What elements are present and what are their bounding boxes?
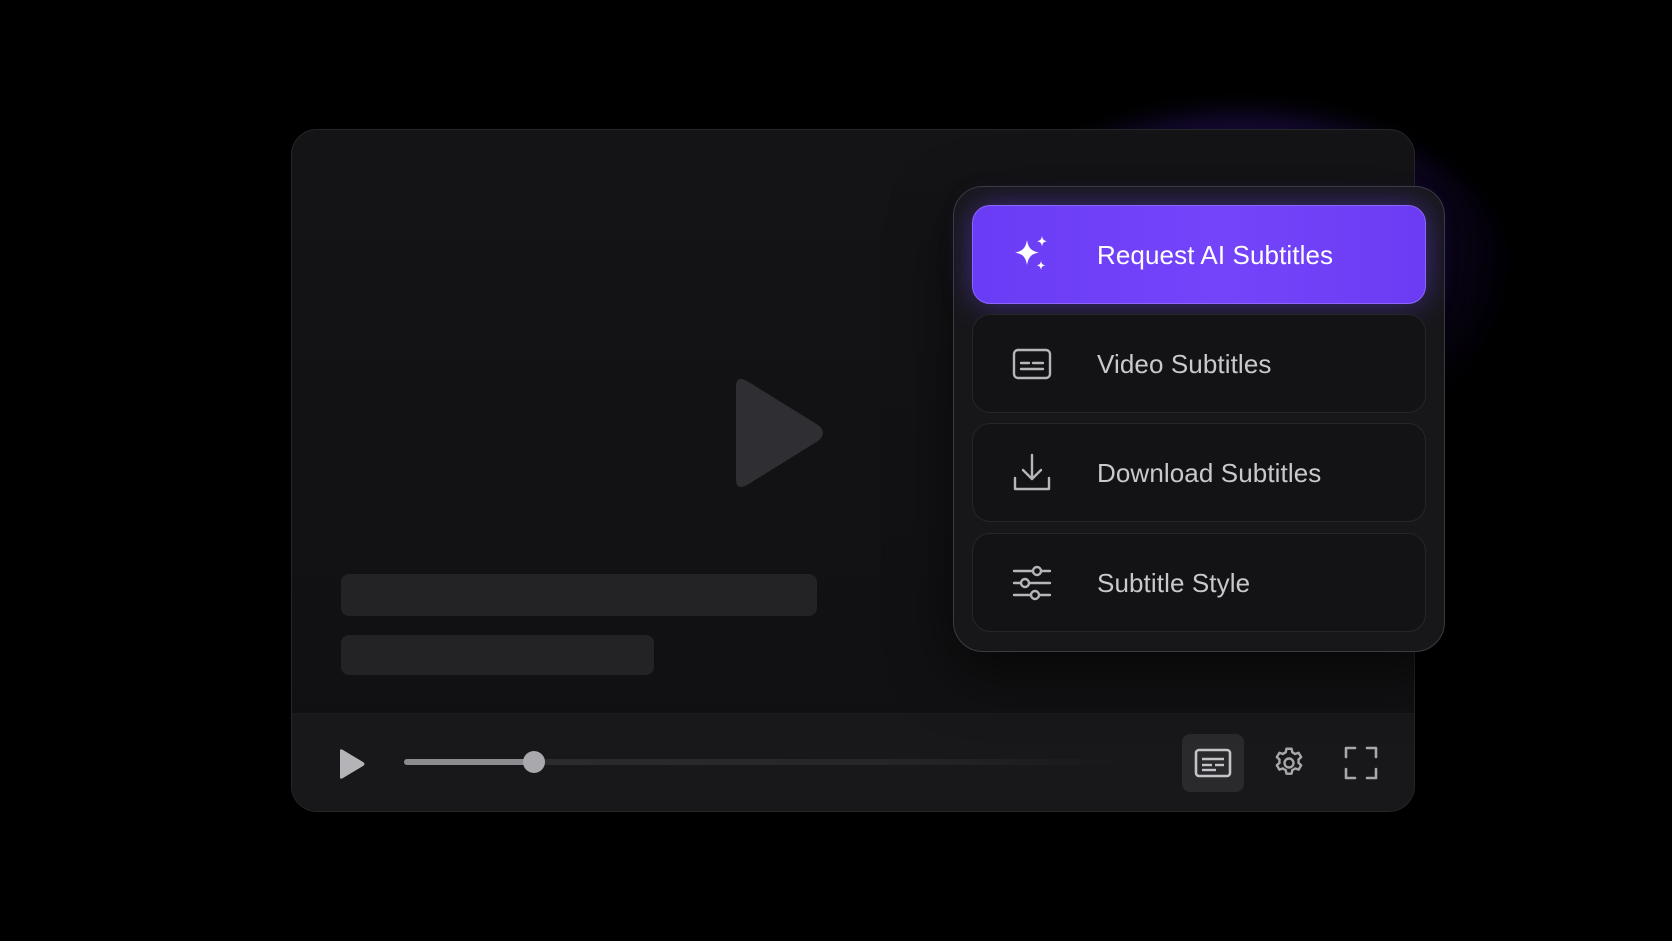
settings-button[interactable] — [1258, 734, 1320, 792]
menu-item-label: Video Subtitles — [1097, 349, 1272, 379]
sparkles-icon — [1015, 236, 1047, 270]
menu-item-subtitle-style[interactable]: Subtitle Style — [972, 533, 1426, 632]
fullscreen-icon — [1344, 746, 1378, 780]
gear-icon — [1275, 747, 1303, 775]
sliders-icon — [1012, 565, 1052, 601]
closed-captions-icon — [1194, 748, 1232, 778]
big-play-icon[interactable] — [722, 371, 832, 495]
subtitles-menu: Request AI Subtitles Video Subtitles Dow… — [953, 186, 1445, 652]
play-icon[interactable] — [332, 746, 368, 782]
menu-item-request-ai-subtitles[interactable]: Request AI Subtitles — [972, 205, 1426, 304]
caption-placeholder-line — [341, 635, 654, 675]
menu-item-label: Download Subtitles — [1097, 458, 1322, 488]
fullscreen-button[interactable] — [1330, 734, 1392, 792]
menu-item-label: Request AI Subtitles — [1097, 240, 1334, 270]
menu-item-video-subtitles[interactable]: Video Subtitles — [972, 314, 1426, 413]
progress-fill — [404, 759, 534, 765]
menu-item-label: Subtitle Style — [1097, 568, 1251, 598]
control-bar — [292, 713, 1414, 811]
menu-item-download-subtitles[interactable]: Download Subtitles — [972, 423, 1426, 522]
caption-placeholder-line — [341, 574, 817, 616]
progress-bar[interactable] — [404, 751, 1124, 773]
subtitles-button[interactable] — [1182, 734, 1244, 792]
progress-thumb[interactable] — [522, 751, 545, 773]
download-icon — [1013, 453, 1051, 491]
stage: Request AI Subtitles Video Subtitles Dow… — [0, 0, 1672, 941]
subtitles-icon — [1012, 348, 1052, 380]
